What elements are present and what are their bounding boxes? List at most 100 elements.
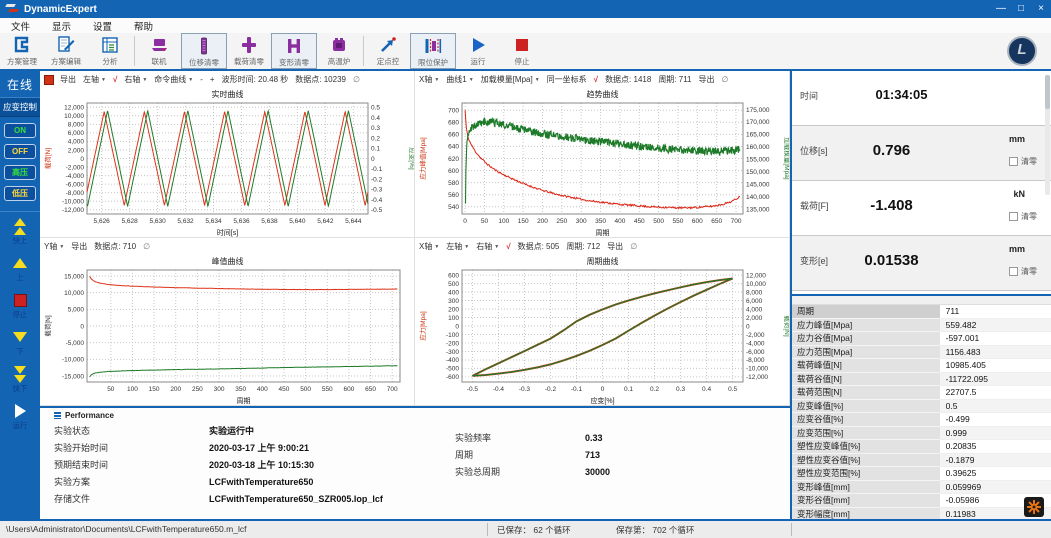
app-window: DynamicExpert — □ × 文件显示设置帮助 方案管理方案编辑分析联… (0, 0, 1051, 538)
svg-text:0: 0 (80, 323, 84, 330)
chart-canvas-trend: 0501001502002503003504004505005506006507… (416, 88, 788, 236)
sidebar-button-low-pressure[interactable]: 低压 (4, 186, 36, 201)
svg-text:450: 450 (279, 386, 290, 393)
zero-checkbox[interactable]: 清零 (1009, 266, 1037, 277)
right-panel-scrollbar[interactable] (1045, 75, 1050, 195)
readout-unit: kN (1013, 189, 1025, 199)
svg-text:200: 200 (170, 386, 181, 393)
toolbar-furnace-button[interactable]: 高温炉 (317, 33, 361, 69)
svg-text:-0.5: -0.5 (467, 386, 479, 393)
toolbar-run-button[interactable]: 运行 (456, 33, 500, 69)
chart-dropdown[interactable]: 左轴 (446, 241, 469, 252)
svg-text:载荷[N]: 载荷[N] (43, 315, 52, 337)
svg-text:应力峰值[Mpa]: 应力峰值[Mpa] (418, 137, 427, 179)
jog-stop-button[interactable]: 停止 (0, 292, 40, 320)
toolbar-stop-button[interactable]: 停止 (500, 33, 544, 69)
toolbar-label: 运行 (471, 56, 486, 67)
chart-header-item: 同一坐标系 (547, 74, 587, 85)
svg-text:-4,000: -4,000 (66, 173, 85, 180)
zero-checkbox[interactable]: 清零 (1009, 211, 1037, 222)
svg-text:-0.2: -0.2 (545, 386, 557, 393)
perf-row-right-1: 周期713 (455, 447, 610, 464)
chart-dropdown[interactable]: 曲线1 (446, 74, 473, 85)
readout-unit: mm (1009, 134, 1025, 144)
result-label: 塑性应变峰值[%] (792, 440, 940, 454)
toolbar-plan-manage-button[interactable]: 方案管理 (0, 33, 44, 69)
sidebar-button-high-pressure[interactable]: 高压 (4, 165, 36, 180)
svg-text:-600: -600 (446, 374, 459, 381)
chart-canvas-peak: 5010015020025030035040045050055060065070… (41, 255, 413, 404)
chart-header-item[interactable]: 导出 (60, 74, 76, 85)
chart-settings-icon[interactable]: ∅ (353, 75, 360, 84)
sidebar-button-on[interactable]: ON (4, 123, 36, 138)
chart-dropdown[interactable]: 加载模量[Mpa] (481, 74, 540, 85)
menu-item-2[interactable]: 显示 (41, 19, 82, 33)
toolbar-connect-button[interactable]: 联机 (137, 33, 181, 69)
chart-dropdown[interactable]: 命令曲线 (154, 74, 193, 85)
jog-double-down-button[interactable]: 快下 (0, 366, 40, 394)
svg-text:-8,000: -8,000 (746, 357, 765, 364)
toolbar: 方案管理方案编辑分析联机位移清零载荷清零变形清零高温炉定点控限位保护 运行 停止 (0, 33, 1051, 69)
toolbar-load-zero-button[interactable]: 载荷清零 (227, 33, 271, 69)
chart-header-item[interactable]: + (210, 75, 215, 84)
toolbar-limit-button[interactable]: 限位保护 (410, 33, 456, 69)
svg-text:250: 250 (192, 386, 203, 393)
toolbar-analyze-button[interactable]: 分析 (88, 33, 132, 69)
checkbox-icon[interactable] (1009, 157, 1018, 166)
menu-item-3[interactable]: 设置 (82, 19, 123, 33)
chart-settings-icon[interactable]: ∅ (630, 242, 637, 251)
perf-row-left-1: 实验开始时间2020-03-17 上午 9:00:21 (54, 440, 790, 457)
svg-text:550: 550 (673, 218, 684, 225)
maximize-button[interactable]: □ (1011, 0, 1031, 18)
svg-text:500: 500 (653, 218, 664, 225)
close-button[interactable]: × (1031, 0, 1051, 18)
svg-text:145,000: 145,000 (746, 181, 770, 188)
chart-dropdown[interactable]: 右轴 (476, 241, 499, 252)
menu-item-1[interactable]: 文件 (0, 19, 41, 33)
chart-header-item[interactable]: - (200, 75, 203, 84)
down-icon (0, 329, 40, 345)
chart-header-item[interactable]: 导出 (71, 241, 87, 252)
toolbar-setpoint-button[interactable]: 定点控 (366, 33, 410, 69)
chart-settings-icon[interactable]: ∅ (722, 75, 729, 84)
chart-header-item: √ (594, 75, 598, 84)
chart-header-item[interactable]: 导出 (699, 74, 715, 85)
toolbar-deform-zero-button[interactable]: 变形清零 (271, 33, 317, 69)
svg-text:500: 500 (300, 386, 311, 393)
chart-dropdown[interactable]: X轴 (419, 241, 439, 252)
svg-text:5,634: 5,634 (205, 218, 222, 225)
minimize-button[interactable]: — (991, 0, 1011, 18)
svg-text:0.4: 0.4 (371, 115, 380, 122)
chart-dropdown[interactable]: 右轴 (124, 74, 147, 85)
zero-checkbox[interactable]: 清零 (1009, 156, 1037, 167)
jog-up-button[interactable]: 上 (0, 255, 40, 283)
sidebar-button-off[interactable]: OFF (4, 144, 36, 159)
jog-double-up-button[interactable]: 快上 (0, 218, 40, 246)
chart-dropdown[interactable]: X轴 (419, 74, 439, 85)
jog-play-button[interactable]: 运行 (0, 403, 40, 431)
menu-item-4[interactable]: 帮助 (123, 19, 164, 33)
chart-header-item[interactable]: 导出 (607, 241, 623, 252)
perf-label: 预期结束时间 (54, 457, 209, 474)
chart-dropdown[interactable]: Y轴 (44, 241, 64, 252)
chart-header-item: 数据点: 505 (518, 241, 560, 252)
svg-text:-6,000: -6,000 (66, 181, 85, 188)
main-area: 在线应变控制ONOFF高压低压快上上停止下快下运行 导出左轴√右轴命令曲线-+波… (0, 69, 1051, 519)
toolbar-label: 限位保护 (418, 57, 448, 68)
chart-header-item: 周期: 712 (566, 241, 600, 252)
gear-badge-icon[interactable] (1023, 497, 1045, 517)
checkbox-icon[interactable] (1009, 212, 1018, 221)
chart-dropdown[interactable]: 左轴 (83, 74, 106, 85)
checkbox-icon[interactable] (1009, 267, 1018, 276)
svg-text:峰值曲线: 峰值曲线 (212, 256, 244, 266)
perf-row-left-4: 存储文件LCFwithTemperature650_SZR005.lop_lcf (54, 491, 790, 508)
stop-icon (0, 292, 40, 308)
toolbar-disp-zero-button[interactable]: 位移清零 (181, 33, 227, 69)
perf-row-left-2: 预期结束时间2020-03-18 上午 10:15:30 (54, 457, 790, 474)
jog-down-button[interactable]: 下 (0, 329, 40, 357)
performance-title: Performance (65, 411, 114, 420)
toolbar-plan-edit-button[interactable]: 方案编辑 (44, 33, 88, 69)
svg-text:140,000: 140,000 (746, 194, 770, 201)
svg-text:600: 600 (448, 272, 459, 279)
chart-settings-icon[interactable]: ∅ (143, 242, 150, 251)
